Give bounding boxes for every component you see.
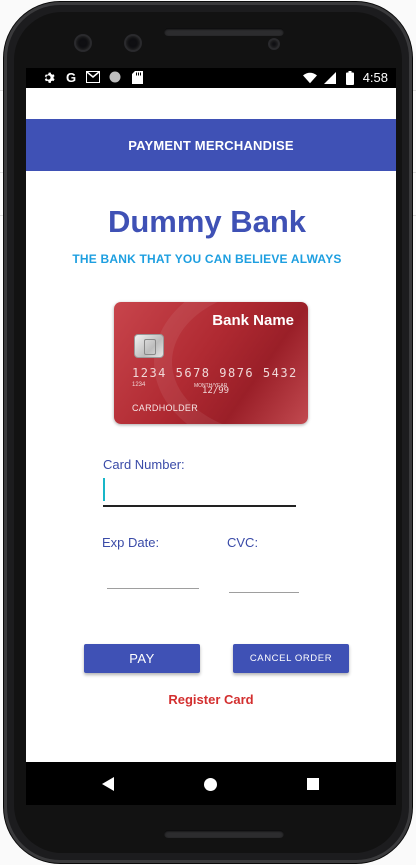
status-time: 4:58 — [362, 70, 388, 85]
sd-card-icon — [130, 70, 144, 84]
recents-icon[interactable] — [304, 775, 322, 793]
card-image-expiry: 12/99 — [202, 386, 230, 396]
settings-icon — [42, 70, 56, 84]
front-camera — [76, 36, 90, 50]
proximity-sensor — [270, 40, 278, 48]
card-image-holder: CARDHOLDER — [132, 403, 199, 413]
top-band — [26, 88, 396, 119]
app-bar: PAYMENT MERCHANDISE — [26, 119, 396, 171]
card-image-number: 1234 5678 9876 5432 — [132, 366, 298, 380]
card-bank-name: Bank Name — [212, 312, 294, 329]
cancel-order-button-label: CANCEL ORDER — [249, 653, 333, 664]
bank-name: Dummy Bank — [107, 204, 307, 239]
exp-date-label: Exp Date: — [102, 535, 160, 550]
chip-icon — [134, 334, 164, 358]
battery-icon — [343, 70, 357, 85]
wifi-icon — [302, 71, 317, 85]
bank-tagline: THE BANK THAT YOU CAN BELIEVE ALWAYS — [72, 252, 342, 266]
circle-icon — [108, 70, 122, 84]
navigation-bar — [26, 762, 396, 805]
app-bar-title: PAYMENT MERCHANDISE — [128, 137, 294, 153]
app-screen: G 4:58 PAYMENT MERCHANDISE Dummy Bank TH… — [26, 68, 396, 805]
exp-date-input[interactable] — [107, 558, 199, 590]
status-bar: G 4:58 — [26, 68, 396, 88]
cvc-underline — [229, 592, 299, 593]
card-image-small-number: 1234 — [132, 382, 146, 388]
cvc-label: CVC: — [227, 535, 259, 550]
card-number-input[interactable] — [103, 472, 296, 508]
gmail-icon — [86, 70, 100, 84]
signal-icon — [323, 71, 337, 85]
back-icon[interactable] — [99, 775, 117, 793]
bottom-speaker — [164, 830, 284, 838]
exp-date-underline — [107, 588, 199, 589]
google-icon: G — [65, 69, 77, 85]
card-number-label: Card Number: — [103, 457, 185, 472]
cancel-order-button[interactable]: CANCEL ORDER — [233, 644, 349, 673]
top-speaker — [164, 28, 284, 36]
front-sensor — [126, 36, 140, 50]
register-card-link[interactable]: Register Card — [26, 692, 396, 707]
credit-card-image: Bank Name 1234 5678 9876 5432 1234 MONTH… — [114, 302, 308, 424]
text-cursor — [103, 478, 105, 501]
home-icon[interactable] — [201, 775, 219, 793]
cvc-input[interactable] — [229, 562, 299, 594]
pay-button[interactable]: PAY — [84, 644, 200, 673]
pay-button-label: PAY — [129, 651, 155, 666]
card-number-underline — [103, 505, 296, 507]
